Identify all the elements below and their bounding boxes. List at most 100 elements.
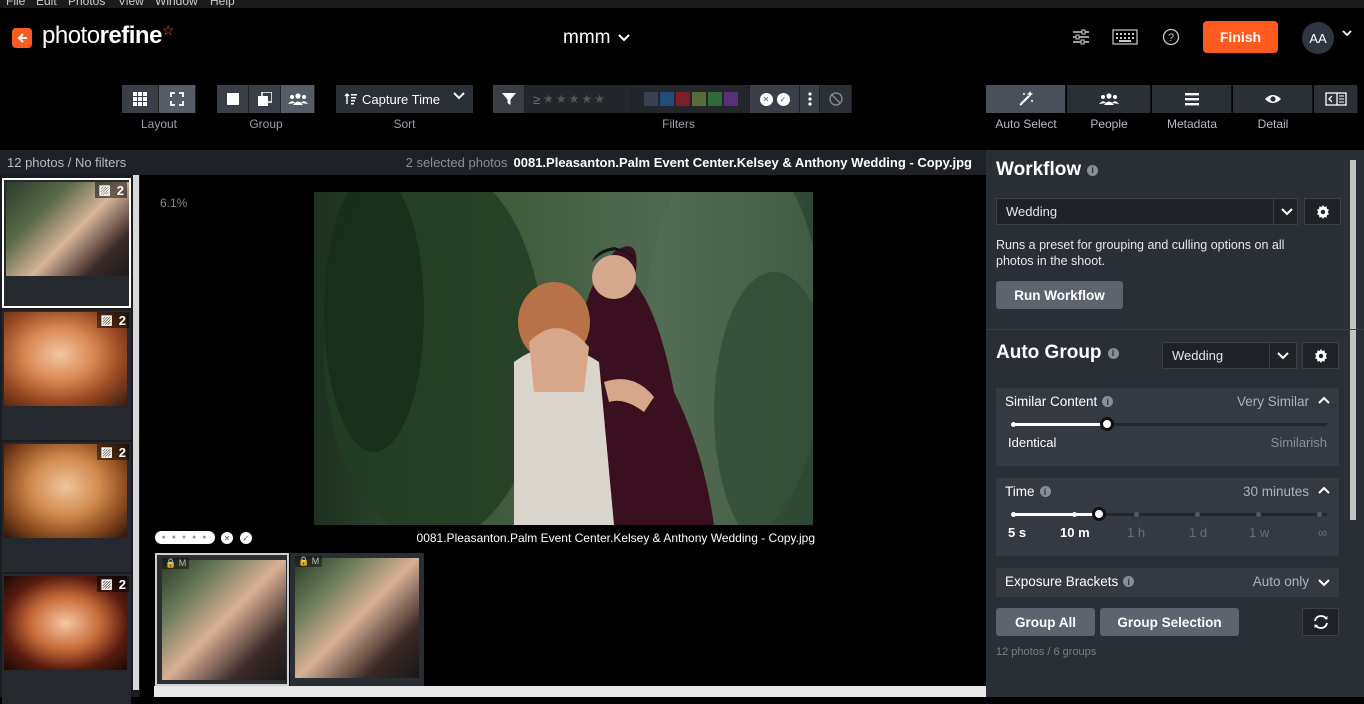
chevron-down-icon (1277, 352, 1289, 360)
tab-auto-select[interactable] (986, 85, 1066, 113)
color-label-swatch[interactable] (723, 92, 738, 106)
grid-layout-button[interactable] (122, 85, 159, 113)
menu-file[interactable]: File (6, 0, 25, 8)
info-icon: i (1123, 576, 1135, 587)
adjustments-icon[interactable] (1068, 26, 1094, 48)
check-icon[interactable]: ✓ (240, 532, 252, 544)
color-label-filter[interactable] (632, 85, 750, 113)
menu-help[interactable]: Help (210, 0, 235, 8)
filmstrip-scrollbar[interactable] (133, 175, 139, 690)
time-tick-label: ∞ (1318, 525, 1328, 540)
more-filters-button[interactable] (800, 85, 820, 113)
menu-window[interactable]: Window (155, 0, 198, 8)
panel-toggle-button[interactable] (1314, 85, 1358, 113)
reject-pick-filter[interactable]: ✕ ✓ (750, 85, 800, 113)
workflow-settings-button[interactable] (1304, 198, 1341, 225)
tab-metadata[interactable] (1152, 85, 1232, 113)
gear-icon (1314, 348, 1327, 363)
auto-group-title: Auto Group i (996, 342, 1119, 364)
group-all-button[interactable]: Group All (996, 608, 1095, 636)
run-workflow-button[interactable]: Run Workflow (996, 281, 1123, 309)
finish-button[interactable]: Finish (1203, 21, 1278, 53)
exposure-brackets-card[interactable]: Exposure Brackets i Auto only (996, 568, 1339, 597)
rating-filter[interactable]: ≥ ★★★★★ (525, 85, 632, 113)
layout-label: Layout (140, 117, 178, 131)
filters-group: ≥ ★★★★★ ✕ ✓ (493, 85, 852, 113)
workflow-select-value: Wedding (1006, 204, 1058, 219)
time-tick-label: 1 d (1189, 525, 1208, 540)
sort-select[interactable]: Capture Time (336, 85, 473, 113)
filmstrip-item[interactable]: ▨ 2 (2, 310, 131, 440)
chevron-down-icon[interactable] (1318, 579, 1330, 587)
reset-groups-button[interactable] (1302, 608, 1339, 636)
group-member-thumbnail[interactable]: 🔒 M (155, 553, 289, 686)
similar-content-label: Similar Content i (1005, 394, 1114, 409)
slider-tick (1134, 512, 1139, 517)
color-label-swatch[interactable] (675, 92, 690, 106)
rating-pill[interactable]: ● ● ● ● ● (155, 531, 215, 544)
auto-group-settings-button[interactable] (1302, 342, 1339, 369)
filmstrip-item[interactable]: ▨ 2 (2, 442, 131, 572)
group-member-thumbnail[interactable]: 🔒 M (290, 553, 424, 686)
project-selector[interactable]: mmm (563, 27, 631, 49)
stack-photos-icon: ▨ (100, 312, 113, 327)
slider-tick (1317, 512, 1322, 517)
reject-icon[interactable]: ✕ (221, 532, 233, 544)
back-button[interactable] (12, 28, 32, 48)
clear-filters-button[interactable] (820, 85, 852, 113)
time-tick-label: 5 s (1008, 525, 1027, 540)
single-mode-button[interactable] (217, 85, 249, 113)
sidebar-toggle-icon (1324, 92, 1347, 106)
stack-photos-icon: ▨ (100, 444, 113, 459)
color-label-swatch[interactable] (643, 92, 658, 106)
time-value: 30 minutes (1242, 484, 1309, 499)
group-selection-button[interactable]: Group Selection (1100, 608, 1239, 636)
panel-scrollbar[interactable] (1350, 160, 1356, 520)
time-slider-fill (1013, 513, 1100, 516)
group-count-badge: ▨ 2 (97, 312, 129, 328)
exposure-brackets-value: Auto only (1252, 574, 1309, 589)
menu-edit[interactable]: Edit (36, 0, 57, 8)
filter-icon (501, 93, 516, 105)
help-icon[interactable]: ? (1158, 26, 1184, 48)
tab-detail-label: Detail (1257, 117, 1289, 131)
similarity-slider-thumb[interactable] (1100, 417, 1114, 431)
people-icon (1098, 93, 1119, 105)
toolbar: Layout Group Capture Time Sort ≥ ★★★★★ ✕ … (0, 70, 1364, 150)
group-count-badge: ▨ 2 (97, 444, 129, 460)
time-slider-thumb[interactable] (1092, 507, 1106, 521)
group-summary: 12 photos / 6 groups (996, 646, 1097, 658)
chevron-down-icon[interactable] (1342, 30, 1352, 37)
stack-photos-icon: ▨ (98, 182, 111, 197)
fullscreen-layout-button[interactable] (159, 85, 196, 113)
auto-group-select-value: Wedding (1172, 348, 1224, 363)
color-label-swatch[interactable] (707, 92, 722, 106)
sort-label: Sort (393, 117, 416, 131)
selection-info: 2 selected photos 0081.Pleasanton.Palm Ev… (406, 155, 972, 170)
divider (986, 329, 1364, 330)
keyboard-icon[interactable] (1112, 26, 1138, 48)
filmstrip-item[interactable]: ▨ 2 (2, 574, 131, 704)
main-photo[interactable] (314, 192, 813, 525)
tab-people[interactable] (1067, 85, 1151, 113)
chevron-up-icon[interactable] (1318, 396, 1330, 404)
workflow-select[interactable]: Wedding (996, 198, 1298, 225)
menu-view[interactable]: View (118, 0, 144, 8)
stack-mode-button[interactable] (249, 85, 281, 113)
avatar[interactable]: AA (1302, 22, 1334, 54)
filters-label: Filters (662, 117, 695, 131)
tab-detail[interactable] (1233, 85, 1313, 113)
stack-icon (257, 92, 272, 106)
menu-photos[interactable]: Photos (68, 0, 105, 8)
auto-select-panel: Workflow i Wedding Runs a preset for grou… (986, 150, 1364, 697)
chevron-up-icon[interactable] (1318, 486, 1330, 494)
auto-group-select[interactable]: Wedding (1162, 342, 1297, 369)
color-label-swatch[interactable] (659, 92, 674, 106)
filter-button[interactable] (493, 85, 525, 113)
app-logo: photorefine☆ (42, 22, 174, 49)
bottom-scrollbar[interactable] (154, 686, 986, 697)
people-mode-button[interactable] (281, 85, 315, 113)
time-tick-label: 1 w (1249, 525, 1270, 540)
color-label-swatch[interactable] (691, 92, 706, 106)
filmstrip-item[interactable]: ▨ 2 (2, 178, 131, 308)
